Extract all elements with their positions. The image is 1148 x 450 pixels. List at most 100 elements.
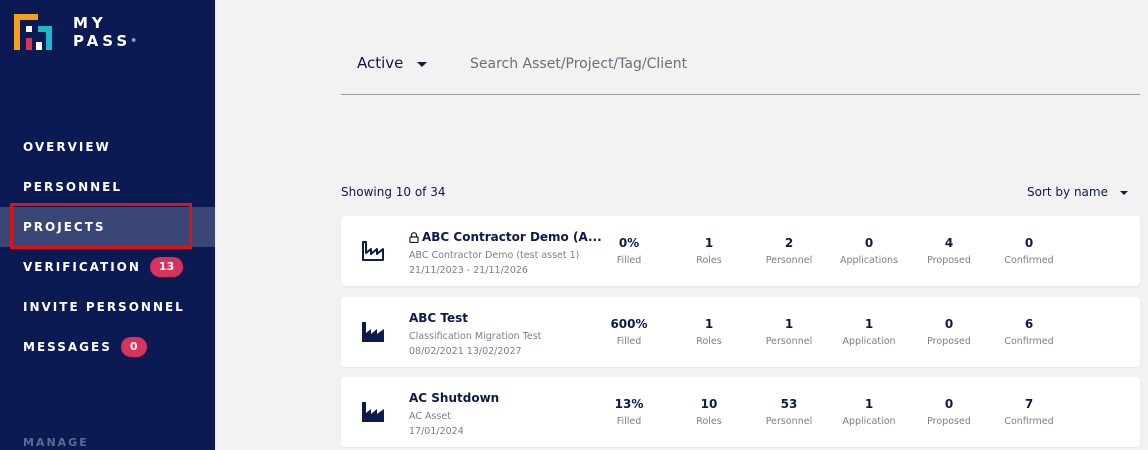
sidebar-item-label: OVERVIEW (23, 140, 111, 154)
sidebar-item-label: PROJECTS (23, 220, 106, 234)
project-title[interactable]: ABC Test (409, 311, 468, 325)
sidebar-item-projects[interactable]: PROJECTS (0, 207, 215, 247)
stat-value: 2 (784, 236, 794, 250)
stat-label: Proposed (927, 336, 971, 347)
sort-dropdown[interactable]: Sort by name (1027, 185, 1128, 199)
messages-count-badge: 0 (120, 337, 147, 357)
stat-label: Personnel (765, 336, 813, 347)
project-title-text: ABC Contractor Demo (A... (422, 230, 602, 244)
project-dates: 08/02/2021 13/02/2027 (409, 346, 522, 357)
stat-label: Roles (696, 255, 722, 266)
stat-value: 600% (610, 317, 648, 331)
sidebar-item-label: MESSAGES (23, 340, 112, 354)
mypass-logo[interactable]: MY PASS® (14, 14, 154, 54)
stat-label: Filled (616, 416, 642, 427)
lock-icon (409, 231, 419, 243)
stat-value: 13% (614, 397, 644, 411)
project-card[interactable]: AC Shutdown AC Asset 17/01/2024 13% Fille… (341, 377, 1140, 447)
chevron-down-icon (417, 61, 428, 67)
stat-label: Confirmed (1004, 255, 1054, 266)
project-card[interactable]: ABC Test Classification Migration Test 0… (341, 297, 1140, 367)
stat-personnel: 53 Personnel (744, 397, 834, 428)
sidebar-item-personnel[interactable]: PERSONNEL (0, 167, 215, 207)
stat-label: Confirmed (1004, 336, 1054, 347)
stat-proposed: 0 Proposed (904, 317, 994, 348)
stat-label: Confirmed (1004, 416, 1054, 427)
stat-proposed: 4 Proposed (904, 236, 994, 267)
stat-label: Roles (696, 336, 722, 347)
sidebar-item-verification[interactable]: VERIFICATION 13 (0, 247, 215, 287)
project-dates: 21/11/2023 - 21/11/2026 (409, 265, 528, 276)
stat-value: 1 (784, 317, 794, 331)
sidebar: MY PASS® OVERVIEW PERSONNEL PROJECTS VER… (0, 0, 215, 450)
sidebar-item-overview[interactable]: OVERVIEW (0, 127, 215, 167)
factory-filled-icon (362, 402, 384, 422)
stat-label: Personnel (765, 255, 813, 266)
stat-value: 0 (944, 397, 954, 411)
stat-personnel: 2 Personnel (744, 236, 834, 267)
stat-filled: 600% Filled (584, 317, 674, 348)
stat-label: Proposed (927, 416, 971, 427)
stat-value: 0 (1024, 236, 1034, 250)
stat-value: 53 (780, 397, 798, 411)
sidebar-nav: OVERVIEW PERSONNEL PROJECTS VERIFICATION… (0, 127, 215, 367)
stat-roles: 1 Roles (664, 317, 754, 348)
logo-mark-icon (14, 14, 52, 50)
stat-confirmed: 0 Confirmed (984, 236, 1074, 267)
main-content: Active Showing 10 of 34 Sort by name ABC… (215, 0, 1148, 450)
stat-confirmed: 7 Confirmed (984, 397, 1074, 428)
logo-line2: PASS (73, 32, 132, 50)
factory-outline-icon (362, 241, 384, 261)
stat-filled: 13% Filled (584, 397, 674, 428)
stat-value: 0% (618, 236, 640, 250)
search-input[interactable] (470, 50, 1070, 78)
stat-confirmed: 6 Confirmed (984, 317, 1074, 348)
stat-value: 1 (864, 317, 874, 331)
stat-value: 10 (700, 397, 718, 411)
sidebar-item-label: VERIFICATION (23, 260, 141, 274)
project-dates: 17/01/2024 (409, 426, 464, 437)
sort-dropdown-value: Sort by name (1027, 185, 1108, 199)
results-count: Showing 10 of 34 (341, 185, 446, 199)
status-dropdown[interactable]: Active (357, 54, 428, 72)
project-subtitle: Classification Migration Test (409, 331, 542, 342)
sidebar-item-invite-personnel[interactable]: INVITE PERSONNEL (0, 287, 215, 327)
stat-roles: 10 Roles (664, 397, 754, 428)
project-card[interactable]: ABC Contractor Demo (A... ABC Contractor… (341, 216, 1140, 286)
stat-value: 1 (704, 317, 714, 331)
stat-roles: 1 Roles (664, 236, 754, 267)
stat-label: Filled (616, 255, 642, 266)
status-dropdown-value: Active (357, 54, 404, 72)
project-subtitle: ABC Contractor Demo (test asset 1) (409, 250, 580, 261)
stat-value: 0 (944, 317, 954, 331)
stat-label: Personnel (765, 416, 813, 427)
stat-value: 7 (1024, 397, 1034, 411)
stat-proposed: 0 Proposed (904, 397, 994, 428)
sidebar-section-manage: MANAGE (23, 436, 89, 449)
logo-registered-mark: ® (131, 38, 137, 44)
sidebar-item-label: PERSONNEL (23, 180, 123, 194)
stat-label: Roles (696, 416, 722, 427)
stat-value: 1 (704, 236, 714, 250)
project-title[interactable]: AC Shutdown (409, 391, 499, 405)
project-title-text: ABC Test (409, 311, 469, 325)
chevron-down-icon (1119, 191, 1128, 195)
factory-filled-icon (362, 322, 384, 342)
stat-filled: 0% Filled (584, 236, 674, 267)
filter-bar: Active (341, 44, 1140, 95)
sidebar-item-label: INVITE PERSONNEL (23, 300, 185, 314)
stat-value: 1 (864, 397, 874, 411)
stat-label: Application (842, 416, 896, 427)
stat-label: Proposed (927, 255, 971, 266)
stat-label: Applications (839, 255, 899, 266)
stat-value: 4 (944, 236, 954, 250)
project-title[interactable]: ABC Contractor Demo (A... (409, 230, 602, 244)
logo-text: MY PASS® (73, 14, 136, 50)
project-subtitle: AC Asset (409, 411, 451, 422)
stat-label: Application (842, 336, 896, 347)
stat-personnel: 1 Personnel (744, 317, 834, 348)
sidebar-item-messages[interactable]: MESSAGES 0 (0, 327, 215, 367)
project-title-text: AC Shutdown (409, 391, 500, 405)
stat-applications: 1 Application (824, 397, 914, 428)
stat-value: 0 (864, 236, 874, 250)
